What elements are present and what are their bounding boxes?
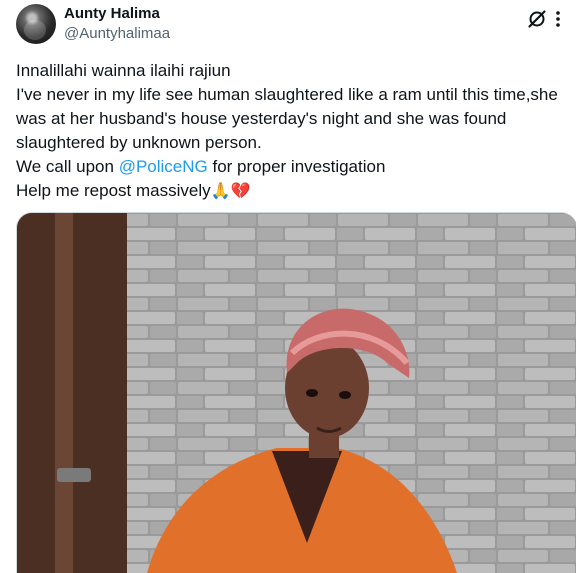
tweet-text: Innalillahi wainna ilaihi rajiun I've ne… bbox=[16, 59, 572, 204]
tweet-line: Help me repost massively🙏💔 bbox=[16, 179, 572, 204]
user-handle[interactable]: @Auntyhalimaa bbox=[64, 24, 170, 44]
pray-emoji-icon: 🙏 bbox=[210, 183, 231, 200]
tweet-line: I've never in my life see human slaughte… bbox=[16, 85, 558, 104]
user-names: Aunty Halima @Auntyhalimaa bbox=[64, 4, 170, 44]
tweet-text-segment: We call upon bbox=[16, 157, 119, 176]
grok-icon[interactable] bbox=[524, 6, 550, 32]
photo-illustration bbox=[17, 213, 576, 573]
tweet-text-segment: Help me repost massively bbox=[16, 181, 211, 200]
broken-heart-emoji-icon: 💔 bbox=[230, 183, 251, 200]
tweet-line: We call upon @PoliceNG for proper invest… bbox=[16, 155, 572, 179]
avatar[interactable] bbox=[16, 4, 56, 44]
tweet-photo[interactable] bbox=[16, 212, 576, 573]
tweet-line: Innalillahi wainna ilaihi rajiun bbox=[16, 61, 231, 80]
mention-link[interactable]: @PoliceNG bbox=[119, 157, 208, 176]
tweet-line: slaughtered by unknown person. bbox=[16, 133, 262, 152]
more-options-icon[interactable] bbox=[548, 6, 568, 32]
tweet-line: was at her husband's house yesterday's n… bbox=[16, 109, 507, 128]
display-name[interactable]: Aunty Halima bbox=[64, 4, 170, 24]
tweet-header: Aunty Halima @Auntyhalimaa bbox=[16, 4, 564, 48]
tweet-text-segment: for proper investigation bbox=[207, 157, 386, 176]
